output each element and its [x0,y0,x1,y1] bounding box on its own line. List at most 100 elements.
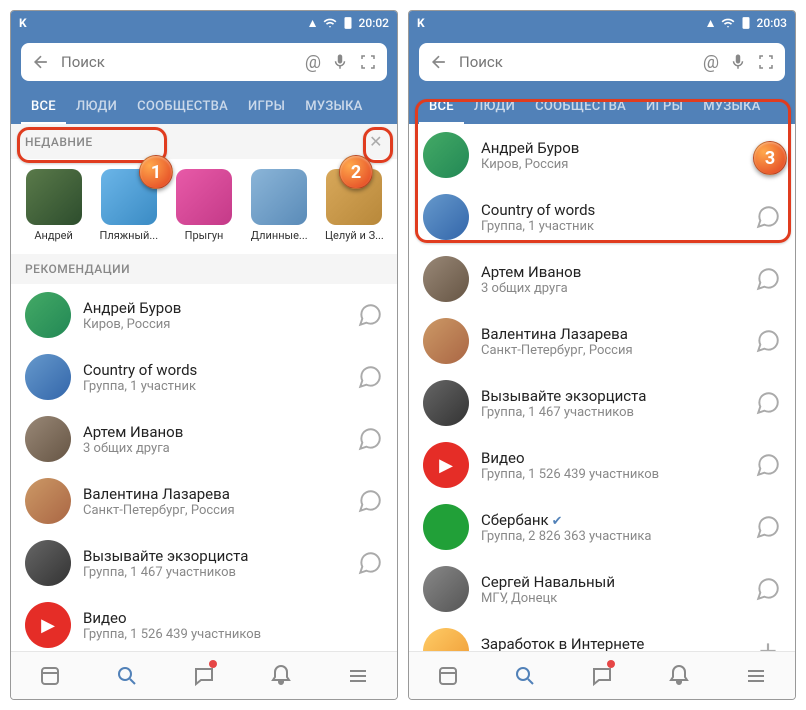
recent-item[interactable]: Длинные... [245,169,314,242]
nav-messages[interactable] [165,652,242,699]
item-subtitle: Группа, 1 526 439 участников [481,467,743,482]
avatar [423,256,469,302]
list-item[interactable]: Андрей Буров Киров, Россия [409,124,795,186]
list-item[interactable]: Country of words Группа, 1 участник [11,346,397,408]
tab-all[interactable]: ВСЕ [21,89,66,124]
search-input[interactable] [61,53,295,71]
item-subtitle: МГУ, Донецк [481,591,743,606]
scan-icon[interactable] [757,53,775,71]
item-title: Валентина Лазарева [481,325,743,343]
list-item[interactable]: Country of words Группа, 1 участник [409,186,795,248]
list-item[interactable]: Валентина Лазарева Санкт-Петербург, Росс… [409,310,795,372]
item-title: Видео [83,609,383,627]
message-icon[interactable] [755,328,781,354]
list-item[interactable]: Сергей Навальный МГУ, Донецк [409,558,795,620]
message-icon[interactable] [755,204,781,230]
tab-people[interactable]: ЛЮДИ [464,89,525,124]
message-icon[interactable] [755,576,781,602]
avatar: ▶ [25,602,71,648]
message-icon[interactable] [755,266,781,292]
back-icon[interactable] [31,52,51,72]
item-subtitle: 3 общих друга [83,441,345,456]
tabs: ВСЕ ЛЮДИ СООБЩЕСТВА ИГРЫ МУЗЫКА [419,89,785,124]
list-item[interactable]: Андрей Буров Киров, Россия [11,284,397,346]
message-icon[interactable] [357,550,383,576]
list-item[interactable]: ▶ Видео Группа, 1 526 439 участников [11,594,397,651]
item-title: Артем Иванов [83,423,345,441]
item-info: Сбербанк✔ Группа, 2 826 363 участника [481,511,743,544]
at-icon[interactable]: @ [703,52,719,73]
wifi-icon [721,16,735,30]
item-title: Вызывайте экзорциста [481,387,743,405]
searchbar[interactable]: @ [419,43,785,81]
item-subtitle: Киров, Россия [83,317,345,332]
content: НЕДАВНИЕ ✕ Андрей Пляжный... Прыгун Длин… [11,124,397,651]
nav-search[interactable] [486,652,563,699]
message-icon[interactable] [357,426,383,452]
list-item[interactable]: Заработок в Интернете Группа, 32 911 уча… [409,620,795,651]
bottom-nav [11,651,397,699]
search-input[interactable] [459,53,693,71]
scan-icon[interactable] [359,53,377,71]
nav-notifications[interactable] [641,652,718,699]
nav-notifications[interactable] [243,652,320,699]
message-icon[interactable] [755,390,781,416]
tab-people[interactable]: ЛЮДИ [66,89,127,124]
back-icon[interactable] [429,52,449,72]
clock: 20:03 [757,16,787,30]
tab-all[interactable]: ВСЕ [419,89,464,124]
nav-news[interactable] [409,652,486,699]
list-item[interactable]: ▶ Видео Группа, 1 526 439 участников [409,434,795,496]
plus-icon[interactable] [755,638,781,651]
item-subtitle: Группа, 1 участник [83,379,345,394]
recent-item[interactable]: Прыгун [169,169,238,242]
message-icon[interactable] [357,488,383,514]
item-info: Видео Группа, 1 526 439 участников [83,609,383,642]
list-item[interactable]: Артем Иванов 3 общих друга [409,248,795,310]
nav-search[interactable] [88,652,165,699]
clock: 20:02 [359,16,389,30]
nav-news[interactable] [11,652,88,699]
list-item[interactable]: Вызывайте экзорциста Группа, 1 467 участ… [409,372,795,434]
wifi-icon [323,16,337,30]
clear-recent-button[interactable]: ✕ [369,132,383,151]
nav-menu[interactable] [320,652,397,699]
carrier-letter: K [417,16,425,30]
section-recs-label: РЕКОМЕНДАЦИИ [25,262,130,276]
tab-communities[interactable]: СООБЩЕСТВА [525,89,636,124]
list-item[interactable]: Вызывайте экзорциста Группа, 1 467 участ… [11,532,397,594]
mic-icon[interactable] [331,53,349,71]
item-title: Сергей Навальный [481,573,743,591]
item-subtitle: Группа, 1 участник [481,219,743,234]
mic-icon[interactable] [729,53,747,71]
tab-music[interactable]: МУЗЫКА [295,89,373,124]
nav-messages[interactable] [563,652,640,699]
item-title: Country of words [481,201,743,219]
message-icon[interactable] [755,514,781,540]
item-subtitle: Группа, 1 467 участников [481,405,743,420]
tab-music[interactable]: МУЗЫКА [693,89,771,124]
item-info: Заработок в Интернете Группа, 32 911 уча… [481,635,743,652]
list-item[interactable]: Артем Иванов 3 общих друга [11,408,397,470]
tab-games[interactable]: ИГРЫ [636,89,693,124]
tab-games[interactable]: ИГРЫ [238,89,295,124]
message-icon[interactable] [755,452,781,478]
item-title: Андрей Буров [481,139,743,157]
item-title: Заработок в Интернете [481,635,743,652]
recent-label: Андрей [34,229,73,242]
recent-label: Целуй и З... [325,229,384,242]
message-icon[interactable] [357,364,383,390]
at-icon[interactable]: @ [305,52,321,73]
item-info: Country of words Группа, 1 участник [83,361,345,394]
statusbar: K ▲ 20:03 [409,11,795,35]
recent-item[interactable]: Андрей [19,169,88,242]
item-title: Country of words [83,361,345,379]
searchbar[interactable]: @ [21,43,387,81]
message-icon[interactable] [357,302,383,328]
item-title: Сбербанк✔ [481,511,743,529]
list-item[interactable]: Валентина Лазарева Санкт-Петербург, Росс… [11,470,397,532]
list-item[interactable]: Сбербанк✔ Группа, 2 826 363 участника [409,496,795,558]
tab-communities[interactable]: СООБЩЕСТВА [127,89,238,124]
nav-menu[interactable] [718,652,795,699]
item-title: Вызывайте экзорциста [83,547,345,565]
